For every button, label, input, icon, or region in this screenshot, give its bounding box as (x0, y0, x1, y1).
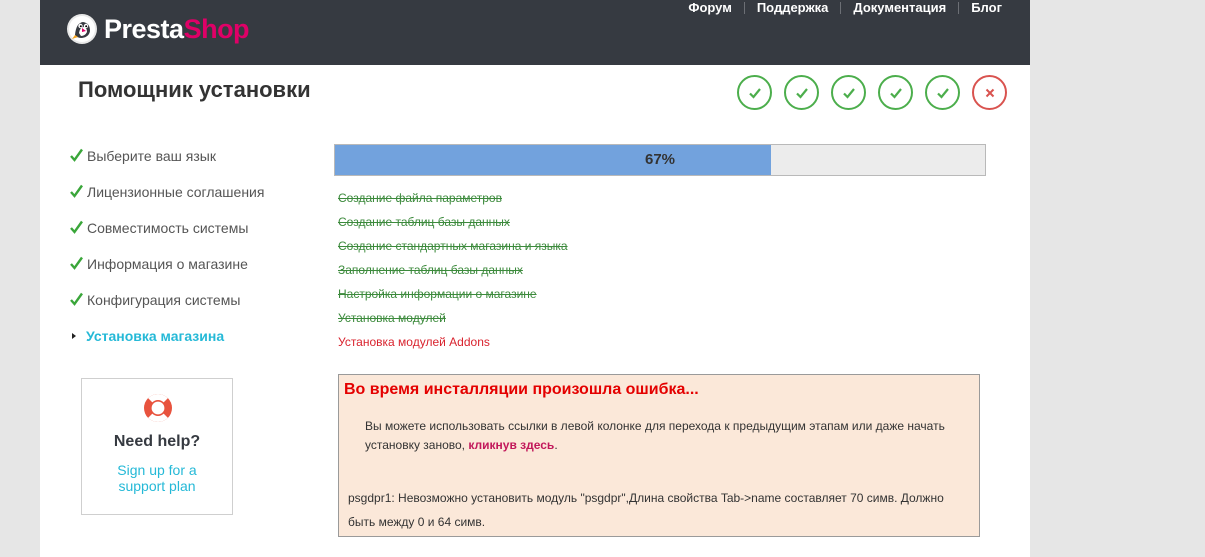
task-item: Установка модулей (338, 311, 446, 325)
check-icon (795, 87, 808, 99)
error-message-end: . (554, 438, 558, 452)
task-item-failed: Установка модулей Addons (338, 335, 490, 349)
logo-text-presta: Presta (104, 14, 184, 44)
check-icon (842, 87, 855, 99)
check-icon (936, 87, 949, 99)
sidebar-item-label: Информация о магазине (87, 256, 248, 272)
error-title: Во время инсталляции произошла ошибка... (344, 381, 699, 398)
task-item: Настройка информации о магазине (338, 287, 537, 301)
step-done-3 (831, 75, 866, 110)
step-done-1 (737, 75, 772, 110)
progress-label: 67% (644, 151, 676, 168)
check-icon (70, 148, 83, 162)
sidebar-item-label: Лицензионные соглашения (87, 184, 265, 200)
sidebar-item-label: Совместимость системы (87, 220, 249, 236)
sidebar-item-store-install[interactable]: Установка магазина (70, 318, 310, 354)
step-done-5 (925, 75, 960, 110)
nav-link-forum[interactable]: Форум (676, 0, 743, 16)
close-icon (985, 88, 994, 97)
error-detail: psgdpr1: Невозможно установить модуль "p… (348, 491, 944, 529)
support-plan-link[interactable]: Sign up for a support plan (102, 462, 212, 494)
caret-right-icon (70, 333, 86, 339)
sidebar-item-store-info[interactable]: Информация о магазине (70, 246, 310, 282)
step-indicator (737, 75, 1007, 110)
check-icon (748, 87, 761, 99)
error-message-text: Вы можете использовать ссылки в левой ко… (365, 419, 945, 452)
sidebar-item-license[interactable]: Лицензионные соглашения (70, 174, 310, 210)
top-navigation: Форум Поддержка Документация Блог (676, 0, 1002, 16)
step-error-6 (972, 75, 1007, 110)
install-task-list: Создание файла параметров Создание табли… (338, 186, 568, 354)
task-item: Заполнение таблиц базы данных (338, 263, 523, 277)
nav-link-documentation[interactable]: Документация (841, 0, 958, 16)
help-title: Need help? (113, 433, 201, 450)
logo-text-shop: Shop (183, 14, 250, 44)
sidebar-item-compatibility[interactable]: Совместимость системы (70, 210, 310, 246)
sidebar-steps: Выберите ваш язык Лицензионные соглашени… (70, 138, 310, 354)
prestashop-logo[interactable]: PrestaShop (66, 12, 250, 46)
sidebar-item-label: Выберите ваш язык (87, 148, 216, 164)
check-icon (70, 184, 83, 198)
sidebar-item-label: Установка магазина (86, 328, 225, 344)
check-icon (70, 220, 83, 234)
nav-link-support[interactable]: Поддержка (745, 0, 841, 16)
header-bar: PrestaShop Форум Поддержка Документация … (40, 0, 1030, 65)
sidebar-item-label: Конфигурация системы (87, 292, 241, 308)
check-icon (70, 292, 83, 306)
step-done-4 (878, 75, 913, 110)
task-item: Создание файла параметров (338, 191, 502, 205)
prestashop-puffin-icon (67, 14, 97, 44)
nav-link-blog[interactable]: Блог (959, 0, 1002, 16)
restart-install-link[interactable]: кликнув здесь (468, 438, 554, 452)
step-done-2 (784, 75, 819, 110)
sidebar-item-language[interactable]: Выберите ваш язык (70, 138, 310, 174)
check-icon (70, 256, 83, 270)
installer-page: PrestaShop Форум Поддержка Документация … (40, 0, 1030, 557)
page-title: Помощник установки (78, 77, 311, 102)
sidebar-item-system-config[interactable]: Конфигурация системы (70, 282, 310, 318)
lifebuoy-icon (144, 394, 172, 422)
help-box: Need help? Sign up for a support plan (81, 378, 233, 515)
check-icon (889, 87, 902, 99)
task-item: Создание таблиц базы данных (338, 215, 510, 229)
task-item: Создание стандартных магазина и языка (338, 239, 568, 253)
error-message: Вы можете использовать ссылки в левой ко… (365, 417, 965, 455)
error-box: Во время инсталляции произошла ошибка...… (338, 374, 980, 537)
install-progress-bar: 67% (334, 144, 986, 176)
